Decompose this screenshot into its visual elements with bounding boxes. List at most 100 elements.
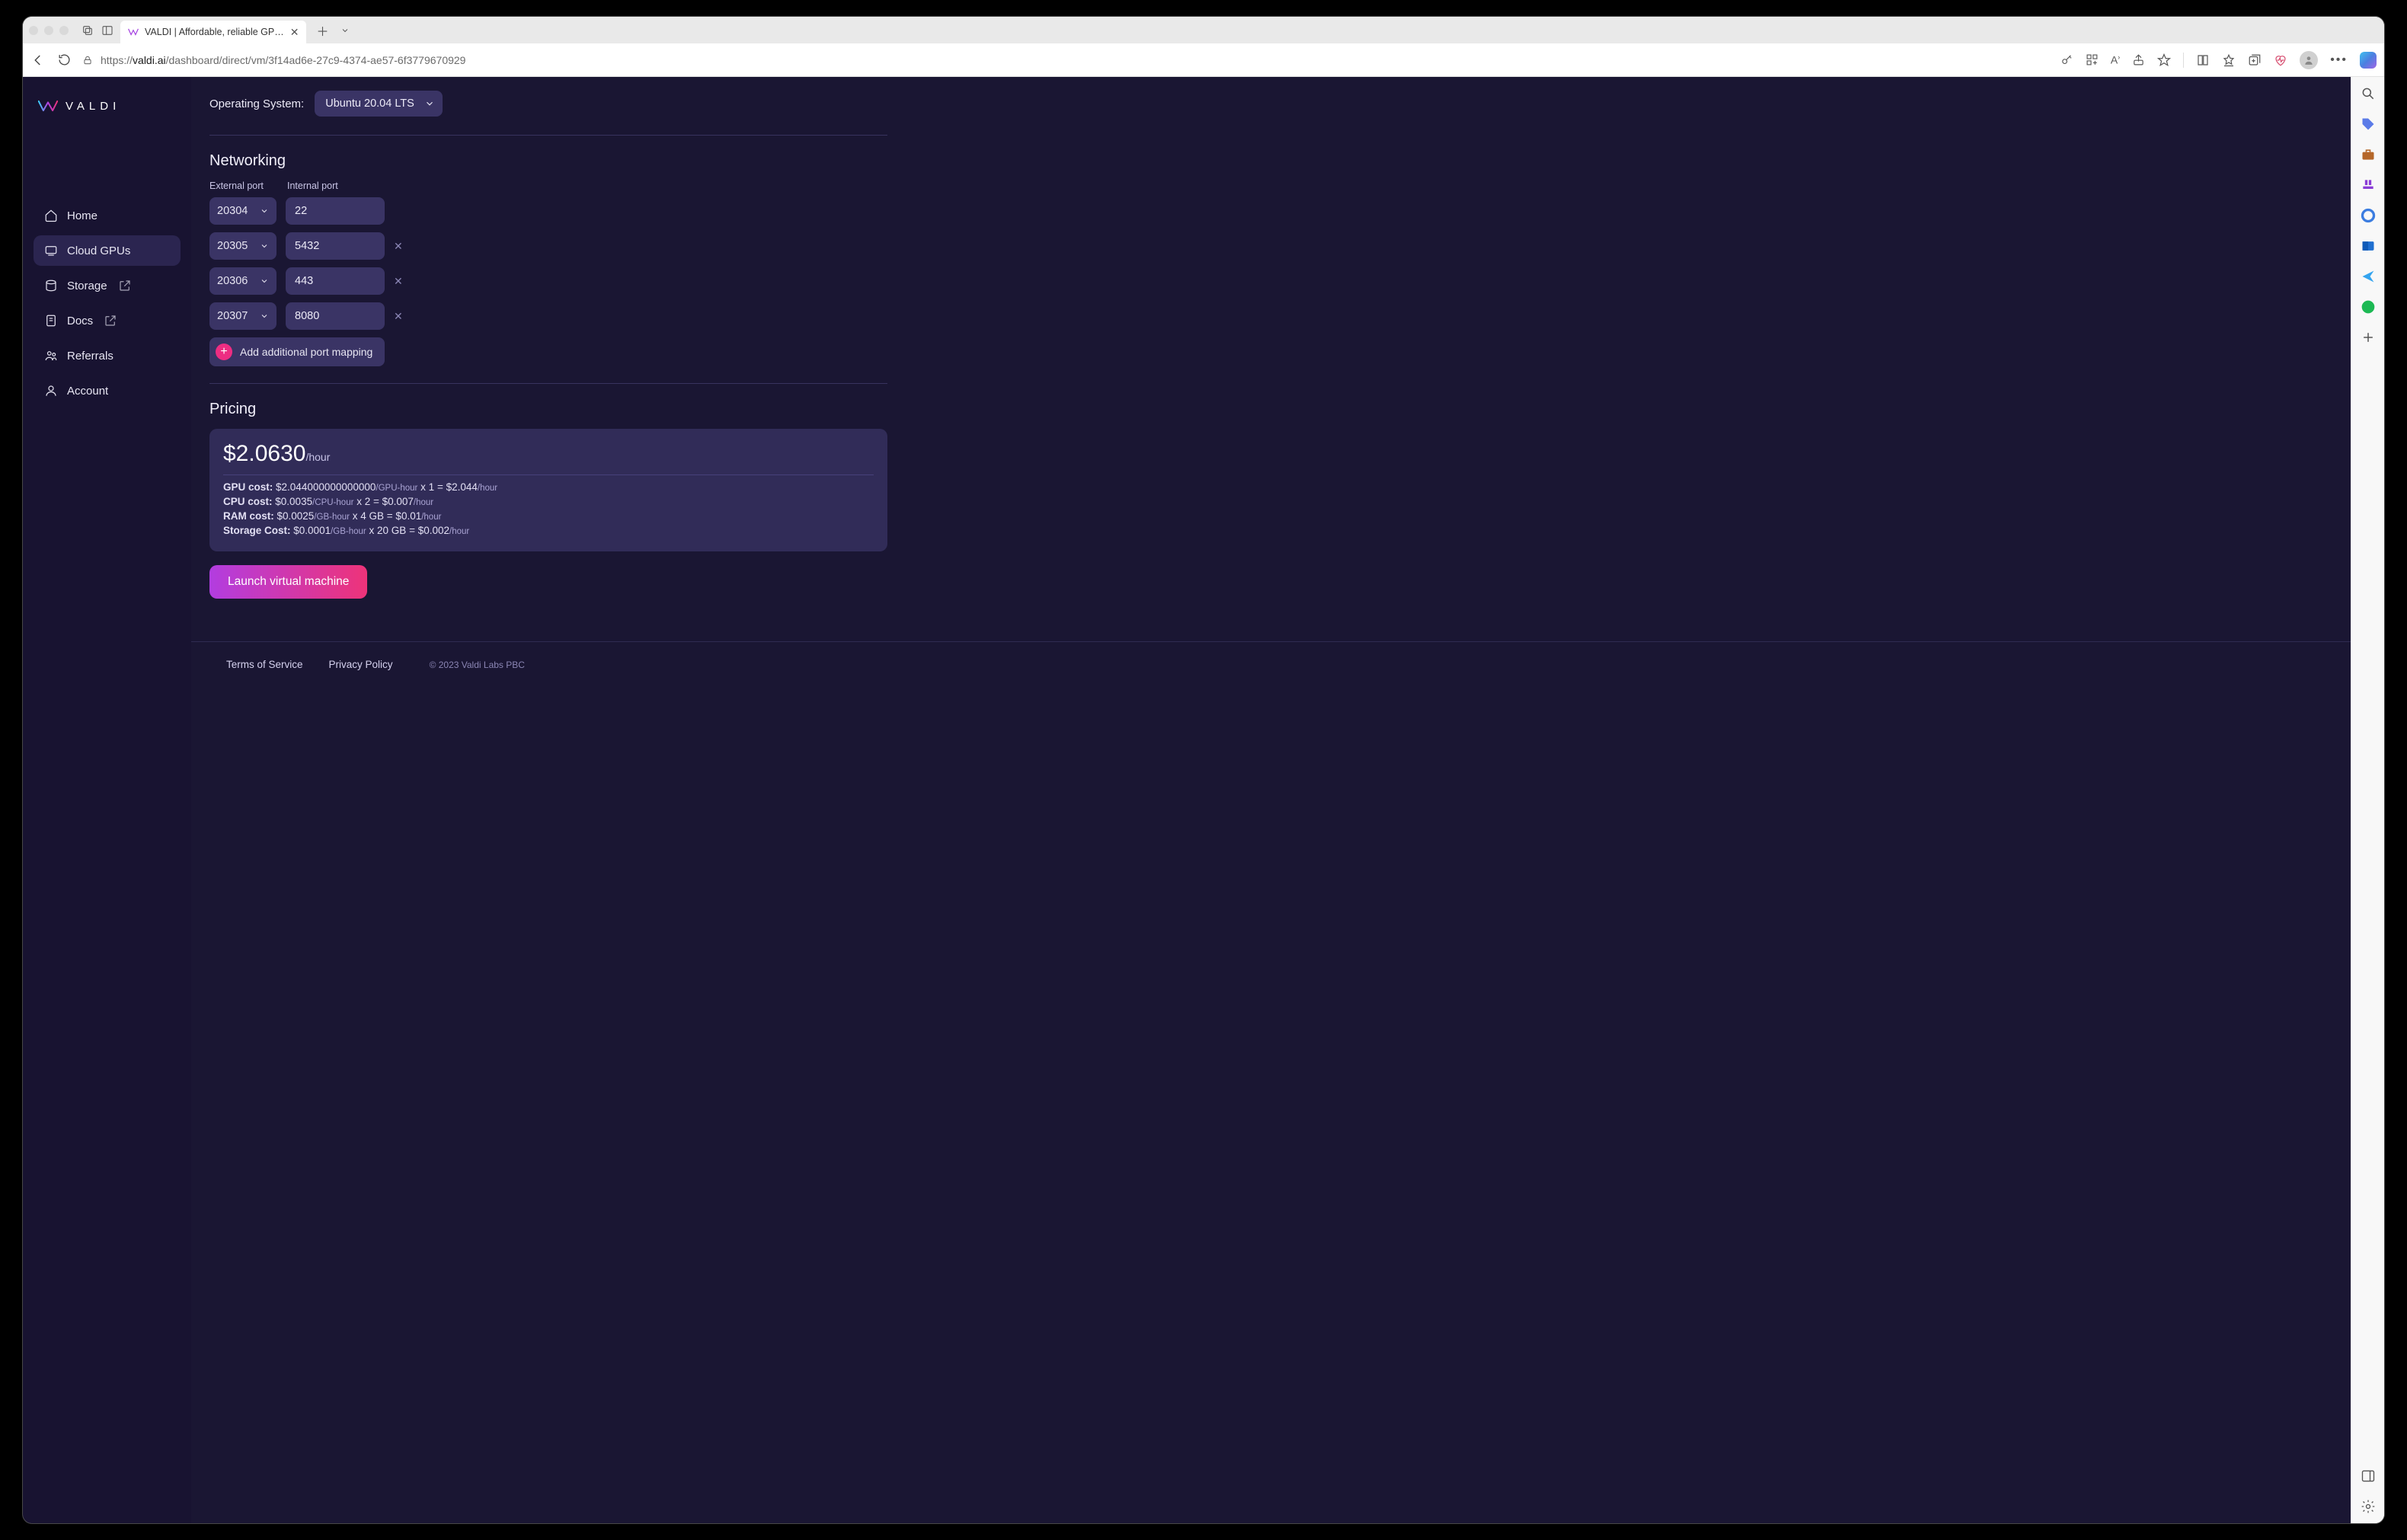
address-bar[interactable]: https://valdi.ai/dashboard/direct/vm/3f1… xyxy=(82,54,2050,66)
plus-icon: + xyxy=(216,343,232,360)
os-select[interactable]: Ubuntu 20.04 LTS xyxy=(315,91,443,117)
footer-copyright: © 2023 Valdi Labs PBC xyxy=(430,660,525,670)
footer: Terms of Service Privacy Policy © 2023 V… xyxy=(191,641,2351,687)
collections-icon[interactable] xyxy=(2248,53,2262,67)
pricing-total: $2.0630/hour xyxy=(223,441,874,467)
pricing-total-value: $2.0630 xyxy=(223,441,305,466)
port-row: 20307 ✕ xyxy=(209,302,887,330)
external-port-select[interactable]: 20305 xyxy=(209,232,277,260)
panel-icon[interactable] xyxy=(101,24,114,37)
share-icon[interactable] xyxy=(2132,53,2145,66)
internal-port-input[interactable] xyxy=(286,232,385,260)
pricing-line-cpu: CPU cost: $0.0035/CPU-hour x 2 = $0.007/… xyxy=(223,496,874,507)
internal-port-input[interactable] xyxy=(286,302,385,330)
sidebar-item-label: Home xyxy=(67,209,97,222)
port-column-headers: External port Internal port xyxy=(209,181,887,191)
remove-port-icon[interactable]: ✕ xyxy=(394,310,403,323)
sidebar-item-label: Referrals xyxy=(67,350,113,363)
remove-port-icon[interactable]: ✕ xyxy=(394,275,403,288)
networking-title: Networking xyxy=(209,152,887,170)
internal-port-input[interactable] xyxy=(286,197,385,225)
outlook-icon[interactable] xyxy=(2361,238,2376,254)
external-port-value: 20304 xyxy=(217,205,248,217)
pricing-total-unit: /hour xyxy=(305,451,330,463)
sidebar-item-docs[interactable]: Docs xyxy=(34,305,181,336)
sidebar-item-label: Docs xyxy=(67,315,93,327)
external-link-icon xyxy=(118,279,132,292)
sidebar-item-cloud-gpus[interactable]: Cloud GPUs xyxy=(34,235,181,266)
pricing-line-ram: RAM cost: $0.0025/GB-hour x 4 GB = $0.01… xyxy=(223,510,874,522)
hide-sidebar-icon[interactable] xyxy=(2361,1468,2376,1484)
sidebar-item-referrals[interactable]: Referrals xyxy=(34,340,181,371)
sidebar-item-label: Account xyxy=(67,385,108,398)
spotify-icon[interactable] xyxy=(2361,299,2376,315)
reading-list-icon[interactable] xyxy=(2196,53,2210,67)
pricing-title: Pricing xyxy=(209,401,887,418)
account-icon xyxy=(44,384,58,398)
edge-sidebar xyxy=(2351,77,2384,1523)
chevron-down-icon xyxy=(260,312,269,321)
favorites-bar-icon[interactable] xyxy=(2222,53,2236,67)
port-row: 20305 ✕ xyxy=(209,232,887,260)
logo-text: VALDI xyxy=(66,100,120,113)
os-select-value: Ubuntu 20.04 LTS xyxy=(325,97,414,110)
minimize-window-dot[interactable] xyxy=(44,26,53,35)
reload-button[interactable] xyxy=(56,53,72,68)
office-icon[interactable] xyxy=(2361,208,2376,223)
external-link-icon xyxy=(104,314,117,327)
pricing-line-gpu: GPU cost: $2.044000000000000/GPU-hour x … xyxy=(223,481,874,493)
sidebar-item-account[interactable]: Account xyxy=(34,375,181,406)
extensions-icon[interactable] xyxy=(2086,53,2099,66)
add-sidebar-icon[interactable] xyxy=(2361,330,2376,345)
search-icon[interactable] xyxy=(2361,86,2376,101)
internal-port-header: Internal port xyxy=(287,181,338,191)
valdi-app: VALDI Home Cloud GPUs Storage xyxy=(23,77,2351,1523)
home-icon xyxy=(44,209,58,222)
new-tab-button[interactable]: ＋ xyxy=(312,21,332,40)
urlbar-actions: A› ••• xyxy=(2060,51,2377,69)
browser-tab[interactable]: VALDI | Affordable, reliable GP… ✕ xyxy=(120,21,306,43)
divider xyxy=(223,474,874,475)
external-port-select[interactable]: 20304 xyxy=(209,197,277,225)
maximize-window-dot[interactable] xyxy=(59,26,69,35)
tab-dropdown-icon[interactable] xyxy=(338,24,352,37)
external-port-select[interactable]: 20306 xyxy=(209,267,277,295)
external-port-value: 20306 xyxy=(217,275,248,287)
footer-privacy-link[interactable]: Privacy Policy xyxy=(329,659,393,670)
sidebar: VALDI Home Cloud GPUs Storage xyxy=(23,77,191,1523)
favorite-icon[interactable] xyxy=(2157,53,2171,67)
logo[interactable]: VALDI xyxy=(34,92,181,132)
sidebar-item-storage[interactable]: Storage xyxy=(34,270,181,301)
key-icon[interactable] xyxy=(2060,53,2073,66)
close-window-dot[interactable] xyxy=(29,26,38,35)
remove-port-icon[interactable]: ✕ xyxy=(394,240,403,253)
sidebar-item-label: Cloud GPUs xyxy=(67,244,130,257)
profile-avatar[interactable] xyxy=(2300,51,2318,69)
text-size-icon[interactable]: A› xyxy=(2111,53,2120,66)
send-icon[interactable] xyxy=(2361,269,2376,284)
referrals-icon xyxy=(44,349,58,363)
os-label: Operating System: xyxy=(209,97,304,110)
external-port-select[interactable]: 20307 xyxy=(209,302,277,330)
add-port-mapping-button[interactable]: + Add additional port mapping xyxy=(209,337,385,366)
back-button[interactable] xyxy=(30,53,46,68)
tag-icon[interactable] xyxy=(2361,117,2376,132)
copilot-icon[interactable] xyxy=(2360,52,2377,69)
health-icon[interactable] xyxy=(2274,53,2287,67)
chevron-down-icon xyxy=(260,241,269,251)
launch-vm-button[interactable]: Launch virtual machine xyxy=(209,565,367,599)
internal-port-input[interactable] xyxy=(286,267,385,295)
valdi-favicon-icon xyxy=(128,27,139,37)
briefcase-icon[interactable] xyxy=(2361,147,2376,162)
pricing-line-storage: Storage Cost: $0.0001/GB-hour x 20 GB = … xyxy=(223,525,874,536)
games-icon[interactable] xyxy=(2361,177,2376,193)
divider xyxy=(209,135,887,136)
close-tab-icon[interactable]: ✕ xyxy=(290,26,299,39)
sidebar-item-home[interactable]: Home xyxy=(34,200,181,231)
footer-tos-link[interactable]: Terms of Service xyxy=(226,659,303,670)
more-menu-icon[interactable]: ••• xyxy=(2330,53,2348,67)
settings-icon[interactable] xyxy=(2361,1499,2376,1514)
titlebar: VALDI | Affordable, reliable GP… ✕ ＋ xyxy=(23,17,2384,43)
gpu-icon xyxy=(44,244,58,257)
workspace-icon[interactable] xyxy=(81,24,94,37)
